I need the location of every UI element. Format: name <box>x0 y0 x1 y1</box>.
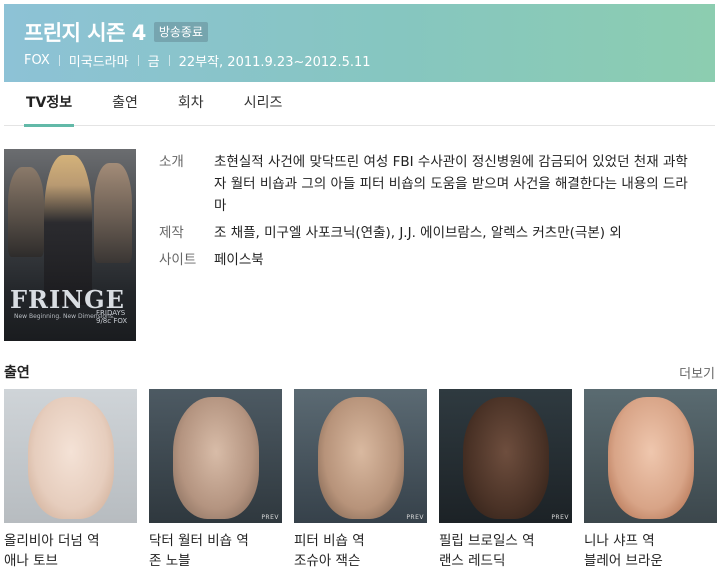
info-intro-text: 초현실적 사건에 맞닥뜨린 여성 FBI 수사관이 정신병원에 감금되어 있었던… <box>214 154 688 214</box>
meta-divider <box>137 55 139 66</box>
cast-photo: PREV <box>439 389 572 523</box>
show-meta: FOX 미국드라마 금 22부작, 2011.9.23~2012.5.11 <box>24 51 371 70</box>
cast-actor: 랜스 레드딕 <box>439 553 506 569</box>
cast-photo: PREV <box>149 389 282 523</box>
show-poster[interactable]: FRINGE New Beginning. New Dimensions. FR… <box>4 149 136 341</box>
poster-badge: FRIDAYS 9/8c FOX <box>96 309 128 325</box>
cast-card[interactable]: 올리비아 더넘 역 애나 토브 <box>4 389 137 571</box>
cast-photo: PREV <box>294 389 427 523</box>
info-production-text: 조 채플, 미구엘 사포크닉(연출), J.J. 에이브람스, 알렉스 커츠만(… <box>214 225 622 241</box>
status-badge: 방송종료 <box>153 22 209 42</box>
meta-day: 금 <box>147 55 160 70</box>
cast-section-title: 출연 <box>4 365 30 381</box>
prev-label: PREV <box>406 514 424 521</box>
cast-card[interactable]: PREV 닥터 월터 비숍 역 존 노블 <box>149 389 282 571</box>
cast-role: 필립 브로일스 역 <box>439 533 535 549</box>
cast-role: 올리비아 더넘 역 <box>4 533 100 549</box>
info-intro-row: 소개 초현실적 사건에 맞닥뜨린 여성 FBI 수사관이 정신병원에 감금되어 … <box>159 151 699 217</box>
show-header: 프린지 시즌 4 방송종료 FOX 미국드라마 금 22부작, 2011.9.2… <box>4 4 715 82</box>
poster-figure <box>44 155 92 305</box>
tab-episodes[interactable]: 회차 <box>178 82 204 126</box>
face-portrait <box>317 397 404 519</box>
cast-card[interactable]: 니나 샤프 역 블레어 브라운 <box>584 389 717 571</box>
info-production-row: 제작 조 채플, 미구엘 사포크닉(연출), J.J. 에이브람스, 알렉스 커… <box>159 222 699 244</box>
poster-figure <box>8 167 44 257</box>
cast-photo <box>4 389 137 523</box>
tab-tv-info[interactable]: TV정보 <box>23 82 75 127</box>
cast-role: 니나 샤프 역 <box>584 533 655 549</box>
tab-bar: TV정보 출연 회차 시리즈 <box>4 82 715 127</box>
cast-actor: 존 노블 <box>149 553 191 569</box>
face-portrait <box>27 397 114 519</box>
cast-card[interactable]: PREV 피터 비숍 역 조슈아 잭슨 <box>294 389 427 571</box>
cast-role: 닥터 월터 비숍 역 <box>149 533 249 549</box>
cast-actor: 블레어 브라운 <box>584 553 663 569</box>
prev-label: PREV <box>261 514 279 521</box>
cast-actor: 조슈아 잭슨 <box>294 553 361 569</box>
prev-label: PREV <box>551 514 569 521</box>
facebook-link[interactable]: 페이스북 <box>214 252 264 268</box>
cast-more-link[interactable]: 더보기 <box>679 363 715 382</box>
meta-divider <box>58 55 60 66</box>
cast-actor: 애나 토브 <box>4 553 58 569</box>
cast-card[interactable]: PREV 필립 브로일스 역 랜스 레드딕 <box>439 389 572 571</box>
info-site-label: 사이트 <box>159 252 197 268</box>
meta-divider <box>168 55 170 66</box>
face-portrait <box>172 397 259 519</box>
poster-figure <box>94 163 132 263</box>
show-title: 프린지 시즌 4 <box>24 21 146 45</box>
cast-list: 올리비아 더넘 역 애나 토브 PREV 닥터 월터 비숍 역 존 노블 PRE… <box>4 389 717 571</box>
tab-series[interactable]: 시리즈 <box>244 82 283 126</box>
meta-network: FOX <box>24 53 50 68</box>
tab-cast[interactable]: 출연 <box>112 82 138 126</box>
face-portrait <box>607 397 694 519</box>
info-intro-label: 소개 <box>159 154 184 170</box>
meta-genre: 미국드라마 <box>68 55 129 70</box>
meta-episodes: 22부작, 2011.9.23~2012.5.11 <box>178 55 371 70</box>
cast-role: 피터 비숍 역 <box>294 533 365 549</box>
face-portrait <box>462 397 549 519</box>
info-production-label: 제작 <box>159 225 184 241</box>
info-site-row: 사이트 페이스북 <box>159 249 699 271</box>
show-info: 소개 초현실적 사건에 맞닥뜨린 여성 FBI 수사관이 정신병원에 감금되어 … <box>159 151 699 276</box>
title-row: 프린지 시즌 4 방송종료 <box>24 17 209 47</box>
cast-photo <box>584 389 717 523</box>
